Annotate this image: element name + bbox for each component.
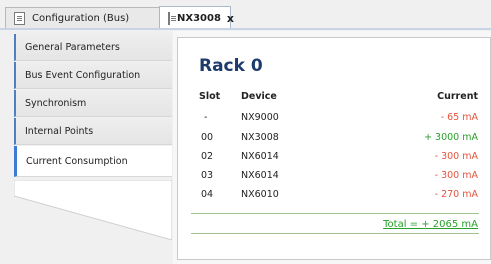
total-divider [191, 213, 479, 214]
tab-label: NX3008 [177, 12, 221, 24]
device-cell: NX6010 [241, 189, 279, 200]
device-cell: NX3008 [241, 132, 279, 143]
current-cell: - 300 mA [434, 151, 478, 162]
current-cell: + 3000 mA [424, 132, 478, 143]
sidebar-item-label: Synchronism [25, 97, 87, 109]
slot-cell: - [204, 112, 208, 123]
document-icon [168, 11, 176, 25]
close-icon[interactable]: x [227, 12, 234, 25]
sidebar-item-synchronism[interactable]: Synchronism [14, 90, 172, 117]
sidebar-item-label: Current Consumption [26, 155, 128, 167]
sidebar-selection-connector [14, 180, 172, 240]
sidebar-item-label: Internal Points [25, 125, 94, 137]
tab-underline [0, 28, 491, 30]
current-cell: - 300 mA [434, 170, 478, 181]
tab-configuration-bus[interactable]: Configuration (Bus) [5, 7, 175, 28]
slot-cell: 03 [201, 170, 214, 181]
current-cell: - 270 mA [434, 189, 478, 200]
column-header-slot: Slot [199, 91, 221, 102]
sidebar-item-label: Bus Event Configuration [25, 69, 141, 81]
column-header-device: Device [241, 91, 277, 102]
column-header-current: Current [437, 91, 478, 102]
document-icon [14, 11, 25, 25]
sidebar-item-bus-event-configuration[interactable]: Bus Event Configuration [14, 62, 172, 89]
device-cell: NX9000 [241, 112, 279, 123]
device-cell: NX6014 [241, 170, 279, 181]
tab-label: Configuration (Bus) [32, 12, 130, 24]
sidebar-item-general-parameters[interactable]: General Parameters [14, 34, 172, 61]
editor-tab-strip: Configuration (Bus) NX3008 x [0, 0, 491, 30]
slot-cell: 00 [201, 132, 214, 143]
sidebar-item-internal-points[interactable]: Internal Points [14, 118, 172, 145]
total-underline-rule [191, 233, 479, 234]
main-content: Rack 0 Slot Device Current - NX9000 - 65… [173, 31, 491, 264]
slot-cell: 02 [201, 151, 214, 162]
slot-cell: 04 [201, 189, 214, 200]
device-cell: NX6014 [241, 151, 279, 162]
sidebar-item-label: General Parameters [25, 41, 120, 53]
sidebar-item-current-consumption[interactable]: Current Consumption [14, 146, 172, 177]
rack-title: Rack 0 [199, 56, 263, 76]
tab-nx3008[interactable]: NX3008 x [159, 6, 234, 29]
sidebar: General Parameters Bus Event Configurati… [14, 34, 172, 264]
current-cell: - 65 mA [440, 112, 478, 123]
total-current-link[interactable]: Total = + 2065 mA [383, 219, 478, 230]
current-consumption-panel: Rack 0 Slot Device Current - NX9000 - 65… [177, 37, 491, 260]
